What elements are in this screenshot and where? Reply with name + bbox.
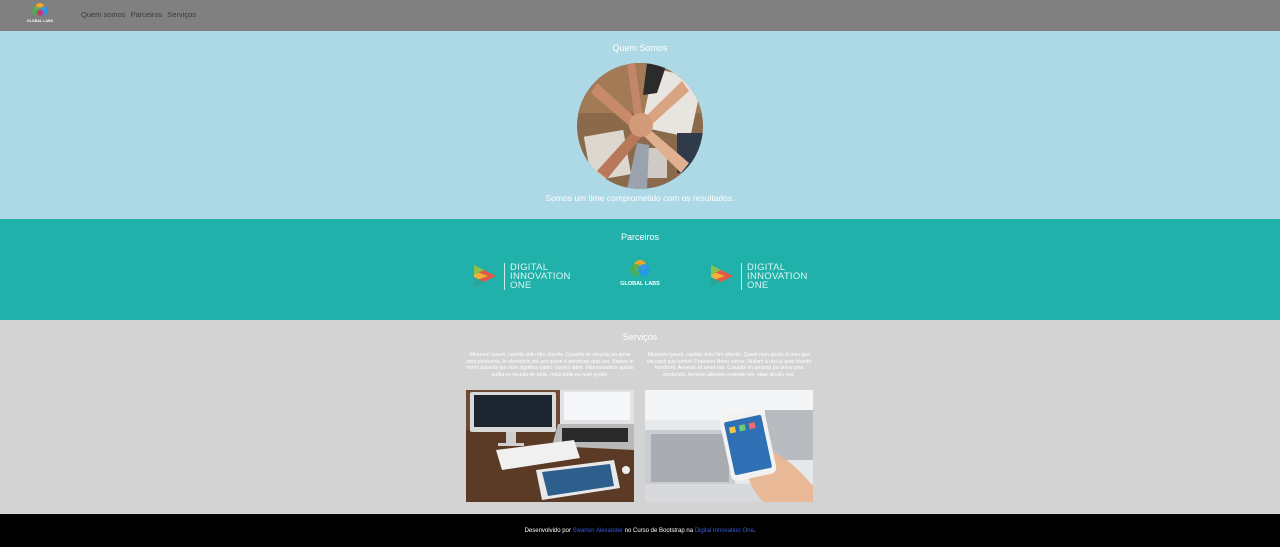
service-image-phone (645, 390, 813, 502)
dio-logo-icon (711, 265, 733, 287)
footer-credits: Desenvolvido por Swarton Alexander no Cu… (524, 527, 756, 534)
nav-links: Quem somos Parceiros Serviços (81, 10, 196, 19)
section-title-servicos: Serviços (622, 332, 658, 342)
globallabs-partner-icon (630, 260, 650, 276)
partner-logo-dio-1[interactable]: DIGITAL INNOVATION ONE (472, 259, 571, 293)
logo-text: GLOBAL LABS (26, 19, 54, 23)
dio-logo-text: DIGITAL INNOVATION ONE (504, 262, 571, 290)
footer-author-link[interactable]: Swarton Alexander (573, 528, 623, 534)
dio-logo-text: DIGITAL INNOVATION ONE (741, 262, 808, 290)
service-card: Museum Ipsum, cacilds vidis litro aberti… (466, 352, 634, 502)
dio-logo-icon (474, 265, 496, 287)
service-image-computers (466, 390, 634, 502)
service-card: Museum Ipsum, cacilds vidis litro aberti… (645, 352, 813, 502)
section-quem-somos: Quem Somos Somos um time comprometido co… (0, 31, 1280, 219)
section-parceiros: Parceiros DIGITAL INNOVATION ONE GLOBAL … (0, 219, 1280, 320)
partner-logo-dio-2[interactable]: DIGITAL INNOVATION ONE (709, 259, 808, 293)
nav-link-parceiros[interactable]: Parceiros (131, 10, 163, 19)
section-title-quem-somos: Quem Somos (612, 43, 668, 53)
nav-link-quem-somos[interactable]: Quem somos (81, 10, 126, 19)
service-description: Museum Ipsum, cacilds vidis litro aberti… (646, 352, 812, 378)
globallabs-partner-text: GLOBAL LABS (620, 281, 660, 287)
footer: Desenvolvido por Swarton Alexander no Cu… (0, 514, 1280, 547)
navbar: GLOBAL LABS Quem somos Parceiros Serviço… (0, 0, 1280, 31)
about-description: Somos um time comprometido com os result… (545, 193, 735, 203)
service-description: Museum Ipsum, cacilds vidis litro aberti… (466, 352, 634, 378)
section-servicos: Serviços Museum Ipsum, cacilds vidis lit… (0, 320, 1280, 514)
globallabs-logo-icon (32, 2, 48, 16)
team-hands-photo (577, 63, 703, 189)
partner-logo-globallabs[interactable]: GLOBAL LABS (616, 259, 664, 293)
footer-org-link[interactable]: Digital Innovation One (695, 528, 754, 534)
nav-link-servicos[interactable]: Serviços (167, 10, 196, 19)
section-title-parceiros: Parceiros (620, 232, 659, 242)
globallabs-logo[interactable]: GLOBAL LABS (24, 2, 56, 29)
